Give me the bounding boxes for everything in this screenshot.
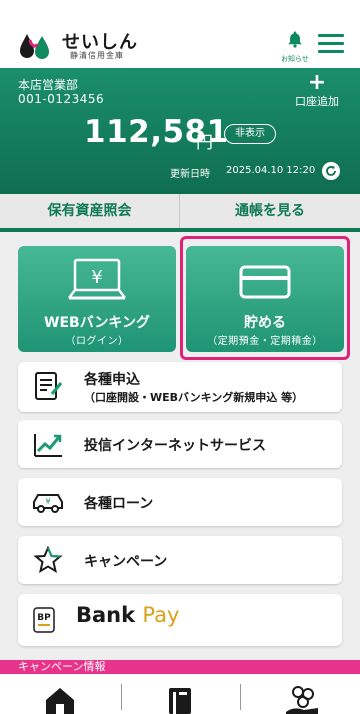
notice-label: お知らせ bbox=[281, 55, 309, 63]
investment-label: 投信インターネットサービス bbox=[84, 438, 266, 454]
passbook-icon[interactable] bbox=[160, 684, 200, 714]
bankpay-row[interactable]: BP Bank Pay bbox=[18, 594, 342, 646]
investment-row[interactable]: 投信インターネットサービス bbox=[18, 420, 342, 468]
updated-value: 2025.04.10 12:20 bbox=[226, 165, 316, 176]
branch-name: 本店営業部 bbox=[18, 78, 79, 92]
web-banking-sub: （ログイン） bbox=[65, 336, 129, 347]
home-icon[interactable] bbox=[40, 684, 80, 714]
svg-text:¥: ¥ bbox=[45, 497, 50, 506]
car-yen-icon: ¥ bbox=[33, 494, 63, 513]
bankpay-bank: Bank bbox=[76, 603, 136, 627]
notice-button[interactable]: お知らせ bbox=[276, 30, 314, 63]
bottom-nav bbox=[0, 674, 360, 714]
computer-yen-icon: ¥ bbox=[68, 258, 126, 300]
bell-icon bbox=[288, 31, 302, 48]
chart-trend-icon bbox=[34, 434, 62, 457]
card-icon bbox=[239, 265, 291, 299]
svg-text:BP: BP bbox=[37, 613, 51, 623]
account-number: 001-0123456 bbox=[18, 92, 105, 106]
web-banking-tile[interactable]: ¥ WEBバンキング （ログイン） bbox=[18, 246, 176, 352]
star-icon bbox=[33, 546, 63, 574]
shinkin-logo[interactable]: せいしん 静清信用金庫 bbox=[18, 26, 138, 60]
refresh-icon[interactable] bbox=[322, 162, 340, 180]
form-icon bbox=[35, 372, 63, 400]
app-header: せいしん 静清信用金庫 お知らせ bbox=[0, 0, 360, 68]
coins-hand-icon[interactable] bbox=[282, 684, 322, 714]
campaign-info-label: キャンペーン情報 bbox=[18, 660, 106, 673]
web-banking-title: WEBバンキング bbox=[44, 315, 150, 331]
tab-passbook[interactable]: 通帳を見る bbox=[180, 194, 360, 228]
account-tabs: 保有資産照会 通帳を見る bbox=[0, 194, 360, 232]
applications-row[interactable]: 各種申込 （口座開設・WEBバンキング新規申込 等） bbox=[18, 362, 342, 412]
campaign-label: キャンペーン bbox=[84, 554, 168, 570]
plus-icon: + bbox=[307, 70, 327, 95]
savings-sub: （定期預金・定期積金） bbox=[207, 336, 323, 347]
bankpay-logo: Bank Pay bbox=[76, 603, 179, 627]
applications-label: 各種申込 bbox=[84, 372, 140, 388]
savings-title: 貯める bbox=[244, 315, 286, 331]
tab-holdings[interactable]: 保有資産照会 bbox=[0, 194, 180, 228]
logo-drops-icon bbox=[20, 34, 49, 59]
savings-tile[interactable]: 貯める （定期預金・定期積金） bbox=[186, 246, 344, 352]
updated-label: 更新日時 bbox=[170, 169, 210, 180]
loans-label: 各種ローン bbox=[84, 496, 154, 512]
bankpay-badge-icon: BP bbox=[33, 607, 55, 633]
add-account-label: 口座追加 bbox=[295, 95, 339, 108]
nav-divider bbox=[121, 684, 122, 710]
hamburger-icon[interactable] bbox=[318, 34, 344, 54]
hide-balance-button[interactable]: 非表示 bbox=[224, 124, 276, 144]
balance-currency: 円 bbox=[196, 133, 213, 153]
add-account-button[interactable]: + 口座追加 bbox=[290, 70, 344, 109]
applications-sub: （口座開設・WEBバンキング新規申込 等） bbox=[84, 391, 304, 404]
brand-sub: 静清信用金庫 bbox=[70, 51, 124, 60]
bankpay-pay: Pay bbox=[142, 603, 180, 627]
nav-divider bbox=[240, 684, 241, 710]
account-panel: 本店営業部 001-0123456 + 口座追加 112,581 円 非表示 更… bbox=[0, 68, 360, 194]
campaign-row[interactable]: キャンペーン bbox=[18, 536, 342, 584]
svg-text:¥: ¥ bbox=[91, 267, 102, 288]
loans-row[interactable]: ¥ 各種ローン bbox=[18, 478, 342, 526]
